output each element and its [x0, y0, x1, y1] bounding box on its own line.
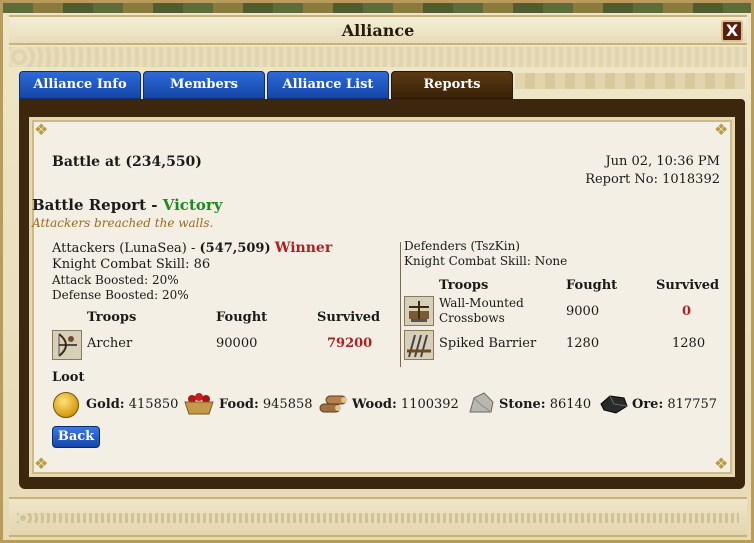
reports-panel: ❖ ❖ ❖ ❖ Battle at (234,550) Jun 02, 10:3…: [19, 99, 745, 489]
tab-bar: Alliance Info Members Alliance List Repo…: [19, 71, 745, 101]
battle-result: Victory: [162, 196, 223, 214]
battle-report-heading: Battle Report - Victory: [32, 196, 223, 214]
defender-troop-fought-2: 1280: [566, 336, 600, 351]
battle-datetime: Jun 02, 10:36 PM: [605, 154, 720, 169]
ore-label: Ore:: [632, 397, 664, 412]
defense-boost: Defense Boosted: 20%: [52, 288, 189, 302]
battle-report-card: ❖ ❖ ❖ ❖ Battle at (234,550) Jun 02, 10:3…: [29, 117, 735, 477]
attacker-troop-fought: 90000: [216, 336, 258, 351]
bottom-decorative-band: [9, 497, 747, 537]
tab-alliance-info[interactable]: Alliance Info: [19, 71, 141, 99]
food-value: 945858: [262, 397, 313, 412]
top-map-strip: [3, 3, 751, 13]
decorative-band: [9, 47, 747, 67]
food-label: Food:: [219, 397, 259, 412]
attack-boost: Attack Boosted: 20%: [52, 273, 179, 287]
ore-value: 817757: [667, 397, 718, 412]
attackers-col-troops: Troops: [87, 310, 137, 325]
defender-troop-survived-1: 0: [682, 304, 692, 319]
tab-reports[interactable]: Reports: [391, 71, 513, 99]
defenders-col-survived: Survived: [656, 278, 720, 293]
attackers-col-survived: Survived: [317, 310, 381, 325]
attackers-might: (547,509): [199, 241, 271, 256]
gold-value: 415850: [128, 397, 179, 412]
loot-label: Loot: [52, 370, 85, 385]
attacker-troop-survived: 79200: [327, 336, 373, 351]
report-number: Report No: 1018392: [585, 172, 720, 187]
close-button[interactable]: X: [721, 20, 743, 42]
corner-ornament-icon: ❖: [714, 120, 729, 139]
loot-stone: Stone: 86140: [499, 397, 591, 412]
attackers-knight-skill: Knight Combat Skill: 86: [52, 257, 211, 272]
loot-wood: Wood: 1100392: [352, 397, 459, 412]
attackers-name: Attackers (LunaSea) -: [52, 241, 200, 256]
defender-troop-name-line2: Crossbows: [439, 311, 505, 325]
window-title: Alliance: [341, 21, 415, 40]
gold-icon: [53, 392, 79, 418]
loot-gold: Gold: 415850: [86, 397, 178, 412]
defenders-header: Defenders (TszKin): [404, 239, 520, 253]
attacker-troop-name: Archer: [87, 336, 133, 351]
defenders-col-troops: Troops: [439, 278, 489, 293]
gold-label: Gold:: [86, 397, 125, 412]
defender-troop-name-2: Spiked Barrier: [439, 336, 537, 351]
crossbow-icon: [404, 296, 434, 326]
attackers-col-fought: Fought: [216, 310, 268, 325]
corner-ornament-icon: ❖: [714, 454, 729, 473]
battle-location: Battle at (234,550): [52, 154, 202, 170]
loot-ore: Ore: 817757: [632, 397, 717, 412]
tab-bar-filler: [515, 73, 745, 89]
alliance-window: Alliance X Alliance Info Members Allianc…: [0, 0, 754, 543]
loot-food: Food: 945858: [219, 397, 313, 412]
wood-icon: [318, 390, 350, 420]
archer-icon: [52, 330, 82, 360]
back-button[interactable]: Back: [52, 426, 100, 448]
battle-report-label: Battle Report -: [32, 196, 163, 214]
wood-label: Wood:: [352, 397, 397, 412]
defenders-knight-skill: Knight Combat Skill: None: [404, 254, 568, 268]
attackers-header: Attackers (LunaSea) - (547,509) Winner: [52, 240, 332, 256]
food-icon: [183, 390, 215, 420]
winner-label: Winner: [274, 240, 333, 256]
tab-members[interactable]: Members: [143, 71, 265, 99]
wood-value: 1100392: [400, 397, 459, 412]
tab-alliance-list[interactable]: Alliance List: [267, 71, 389, 99]
column-divider: [400, 242, 401, 367]
spiked-barrier-icon: [404, 330, 434, 360]
defender-troop-name-1: Wall-Mounted Crossbows: [439, 296, 524, 326]
defender-troop-name-line1: Wall-Mounted: [439, 296, 524, 310]
defender-troop-survived-2: 1280: [672, 336, 706, 351]
ore-icon: [598, 390, 630, 420]
stone-value: 86140: [549, 397, 592, 412]
stone-icon: [466, 390, 496, 420]
stone-label: Stone:: [499, 397, 546, 412]
defender-troop-fought-1: 9000: [566, 304, 600, 319]
defenders-col-fought: Fought: [566, 278, 618, 293]
battle-subtitle: Attackers breached the walls.: [32, 216, 214, 230]
corner-ornament-icon: ❖: [34, 454, 49, 473]
title-bar: Alliance X: [9, 15, 747, 45]
corner-ornament-icon: ❖: [34, 120, 49, 139]
